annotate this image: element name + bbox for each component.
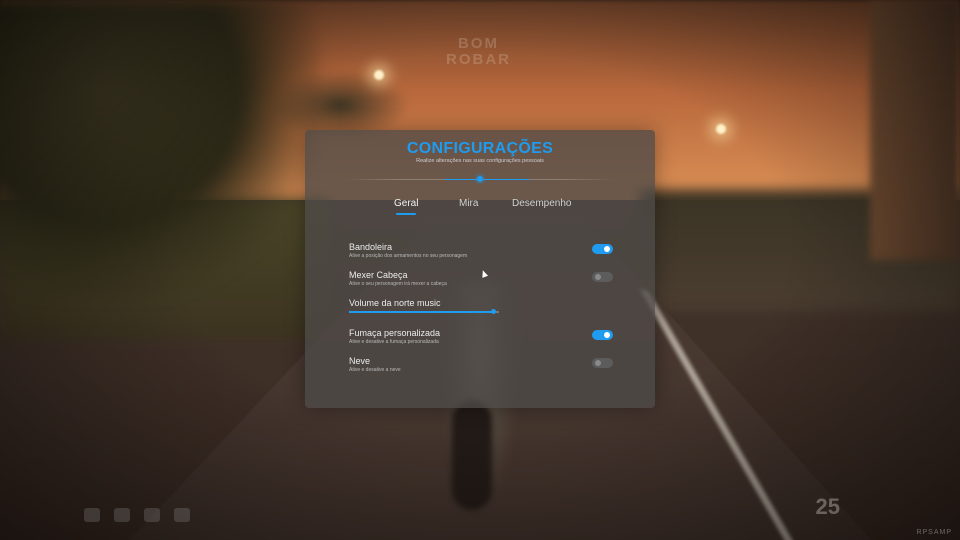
setting-description: Ative e desative a neve (349, 367, 401, 373)
hud-speed: 25 (815, 494, 840, 519)
toggle-knob (604, 332, 610, 338)
mexer-cabeca-toggle[interactable] (592, 272, 613, 282)
hud-icons (84, 508, 190, 522)
server-logo-line2: ROBAR (446, 51, 511, 68)
tab-mira[interactable]: Mira (459, 198, 478, 209)
hud-icon (174, 508, 190, 522)
setting-volume: Volume da norte music (349, 298, 613, 308)
setting-label: Volume da norte music (349, 298, 441, 308)
server-logo-line1: BOM (458, 35, 499, 52)
setting-bandoleira: Bandoleira Ative a posição dos armamento… (349, 242, 613, 260)
panel-subtitle: Realize alterações nas suas configuraçõe… (416, 158, 544, 164)
server-logo: BOM ROBAR (446, 36, 511, 68)
setting-description: Ative a posição dos armamentos no seu pe… (349, 253, 468, 259)
volume-slider-thumb[interactable] (491, 309, 496, 314)
setting-description: Ative e desative a fumaça personalizada (349, 339, 439, 345)
settings-panel: CONFIGURAÇÕES Realize alterações nas sua… (305, 130, 655, 408)
setting-neve: Neve Ative e desative a neve (349, 356, 613, 374)
setting-label: Fumaça personalizada (349, 328, 441, 338)
hud-icon (84, 508, 100, 522)
tab-desempenho[interactable]: Desempenho (512, 198, 571, 209)
active-tab-indicator (396, 213, 416, 215)
hud-icon (114, 508, 130, 522)
panel-title: CONFIGURAÇÕES (406, 140, 554, 157)
tab-bar: Geral Mira Desempenho (305, 198, 655, 218)
hud-icon (144, 508, 160, 522)
header-divider-dot (477, 176, 483, 182)
tab-geral[interactable]: Geral (394, 198, 418, 209)
hud-version: RPSAMP (916, 529, 952, 536)
neve-toggle[interactable] (592, 358, 613, 368)
setting-description: Ative o seu personagem irá mexer a cabeç… (349, 281, 447, 287)
toggle-knob (604, 246, 610, 252)
volume-slider[interactable] (349, 309, 499, 314)
setting-label: Neve (349, 356, 371, 366)
toggle-knob (595, 274, 601, 280)
setting-label: Bandoleira (349, 242, 393, 252)
header-divider-accent (445, 179, 529, 180)
volume-slider-fill (349, 311, 493, 313)
bandoleira-toggle[interactable] (592, 244, 613, 254)
toggle-knob (595, 360, 601, 366)
fumaca-toggle[interactable] (592, 330, 613, 340)
setting-fumaca: Fumaça personalizada Ative e desative a … (349, 328, 613, 346)
